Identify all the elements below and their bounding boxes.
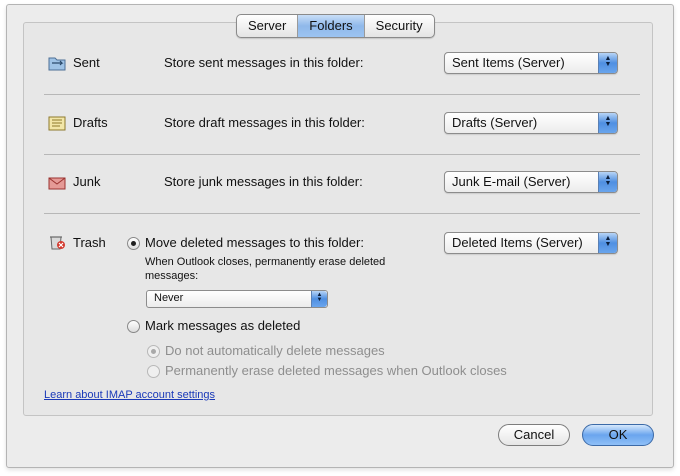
tab-security[interactable]: Security [365, 15, 434, 37]
junk-label: Junk [73, 174, 101, 189]
chevron-updown-icon: ▲ ▼ [598, 172, 617, 192]
divider [44, 213, 640, 214]
trash-label: Trash [73, 235, 106, 250]
chevron-updown-icon: ▲ ▼ [311, 291, 327, 307]
imap-settings-link[interactable]: Learn about IMAP account settings [44, 389, 215, 401]
erase-note-line-1: When Outlook closes, permanently erase d… [145, 256, 386, 268]
divider [44, 94, 640, 95]
junk-folder-icon [48, 177, 66, 190]
junk-description: Store junk messages in this folder: [164, 174, 363, 189]
erase-note-line-2: messages: [145, 270, 199, 282]
sent-folder-icon [48, 57, 66, 71]
sent-folder-value: Sent Items (Server) [452, 55, 565, 70]
divider [44, 154, 640, 155]
junk-folder-value: Junk E-mail (Server) [452, 174, 571, 189]
erase-schedule-value: Never [154, 292, 184, 304]
drafts-folder-popup[interactable]: Drafts (Server) ▲ ▼ [444, 112, 618, 134]
mark-deleted-radio[interactable] [127, 320, 140, 333]
drafts-folder-icon [48, 116, 66, 131]
junk-folder-popup[interactable]: Junk E-mail (Server) ▲ ▼ [444, 171, 618, 193]
chevron-updown-icon: ▲ ▼ [598, 233, 617, 253]
sent-label: Sent [73, 55, 100, 70]
ok-button[interactable]: OK [582, 424, 654, 446]
erase-on-close-label: Permanently erase deleted messages when … [165, 363, 507, 378]
trash-folder-popup[interactable]: Deleted Items (Server) ▲ ▼ [444, 232, 618, 254]
tab-bar: Server Folders Security [236, 14, 435, 38]
drafts-label: Drafts [73, 115, 108, 130]
drafts-folder-value: Drafts (Server) [452, 115, 538, 130]
chevron-updown-icon: ▲ ▼ [598, 53, 617, 73]
erase-schedule-popup[interactable]: Never ▲ ▼ [146, 290, 328, 308]
no-auto-delete-radio[interactable] [147, 345, 160, 358]
move-deleted-radio[interactable] [127, 237, 140, 250]
tab-server[interactable]: Server [237, 15, 299, 37]
move-deleted-label[interactable]: Move deleted messages to this folder: [145, 235, 364, 250]
trash-folder-value: Deleted Items (Server) [452, 235, 583, 250]
no-auto-delete-label: Do not automatically delete messages [165, 343, 385, 358]
erase-on-close-radio[interactable] [147, 365, 160, 378]
sent-folder-popup[interactable]: Sent Items (Server) ▲ ▼ [444, 52, 618, 74]
tab-folders[interactable]: Folders [298, 15, 365, 37]
chevron-updown-icon: ▲ ▼ [598, 113, 617, 133]
drafts-description: Store draft messages in this folder: [164, 115, 365, 130]
trash-folder-icon [50, 236, 65, 250]
sent-description: Store sent messages in this folder: [164, 55, 364, 70]
mark-deleted-label[interactable]: Mark messages as deleted [145, 318, 300, 333]
cancel-button[interactable]: Cancel [498, 424, 570, 446]
